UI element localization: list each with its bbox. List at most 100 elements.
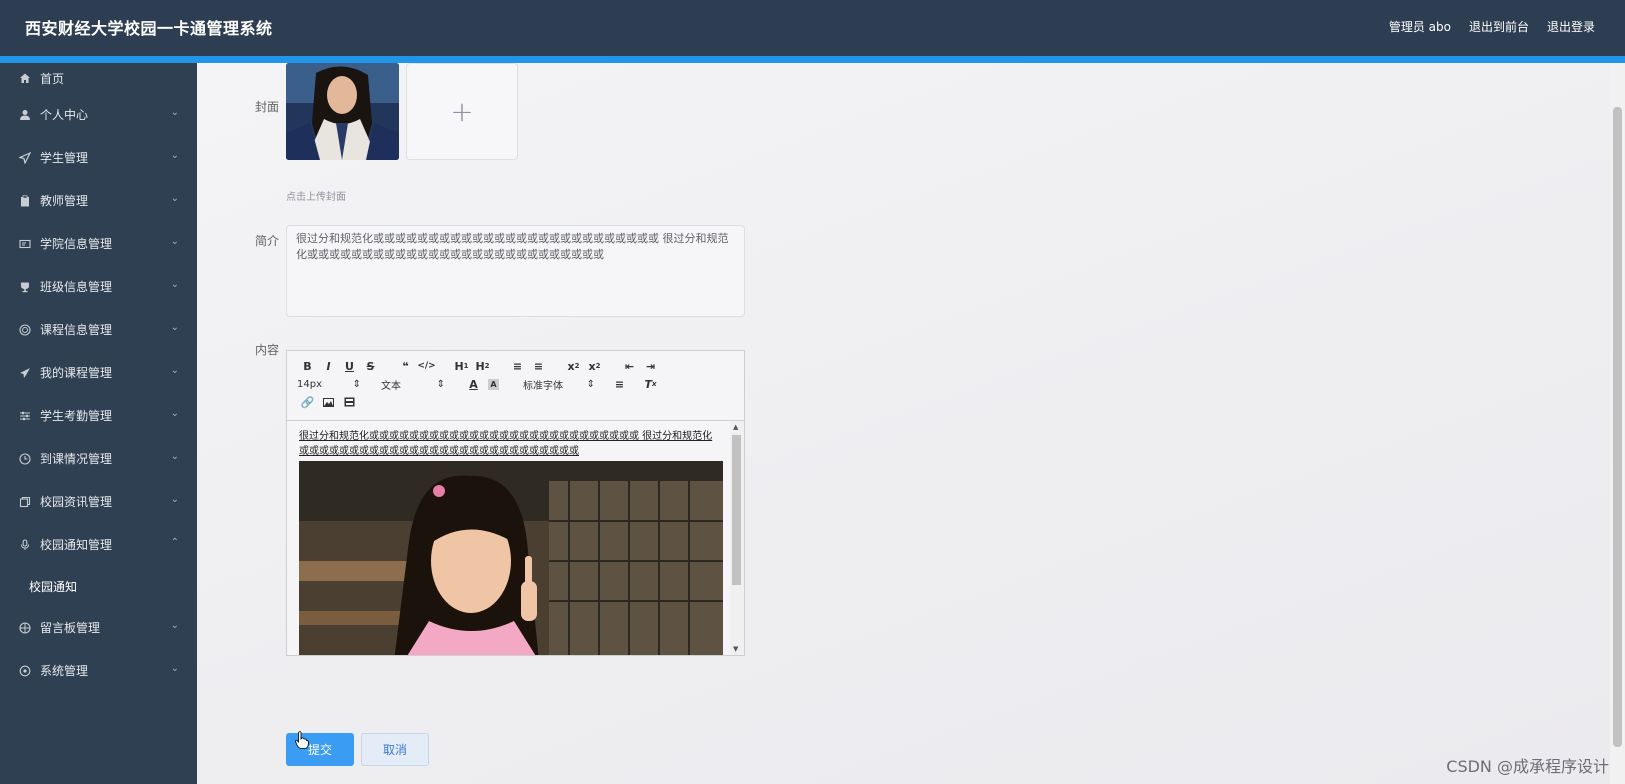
video-icon[interactable] bbox=[339, 394, 360, 410]
home-icon bbox=[18, 71, 32, 85]
select-arrows-icon: ⇕ bbox=[586, 378, 595, 390]
header-actions: 管理员 abo 退出到前台 退出登录 bbox=[1389, 18, 1595, 35]
editor-inline-image[interactable] bbox=[299, 461, 723, 655]
font-color-icon[interactable]: A bbox=[463, 376, 484, 392]
chevron-down-icon: ⌄ bbox=[170, 494, 179, 505]
scroll-up-icon[interactable]: ▲ bbox=[733, 423, 738, 431]
font-size-select[interactable]: 14px ⇕ bbox=[297, 376, 365, 392]
sidebar-item-label: 教师管理 bbox=[40, 194, 89, 208]
cancel-button[interactable]: 取消 bbox=[361, 733, 429, 766]
sidebar-item-label: 课程信息管理 bbox=[40, 323, 113, 337]
sidebar-item-my-courses[interactable]: 我的课程管理 ⌄ bbox=[0, 351, 197, 394]
user-icon bbox=[18, 108, 32, 122]
block-type-select[interactable]: 文本 ⇕ bbox=[381, 376, 449, 392]
subscript-icon[interactable]: x2 bbox=[563, 358, 584, 374]
paper-plane-icon bbox=[18, 366, 32, 380]
sidebar-item-teacher-management[interactable]: 教师管理 ⌄ bbox=[0, 179, 197, 222]
logout-link[interactable]: 退出登录 bbox=[1547, 18, 1595, 35]
heading2-icon[interactable]: H2 bbox=[472, 358, 493, 374]
sidebar-item-student-management[interactable]: 学生管理 ⌄ bbox=[0, 136, 197, 179]
font-family-select[interactable]: 标准字体 ⇕ bbox=[523, 376, 599, 392]
rich-text-editor: B I U S ❝ </> H1 H2 ≡ ≡ x2 x2 ⇤ ⇥ 14px ⇕ bbox=[286, 350, 745, 656]
sidebar-item-course-info[interactable]: 课程信息管理 ⌄ bbox=[0, 308, 197, 351]
select-arrows-icon: ⇕ bbox=[436, 378, 445, 390]
sidebar-item-label: 校园通知管理 bbox=[40, 538, 113, 552]
cup-icon bbox=[18, 280, 32, 294]
send-icon bbox=[18, 151, 32, 165]
code-block-icon[interactable]: </> bbox=[416, 358, 437, 374]
app-title: 西安财经大学校园一卡通管理系统 bbox=[25, 19, 273, 38]
sidebar-item-college-info[interactable]: 学院信息管理 ⌄ bbox=[0, 222, 197, 265]
chevron-down-icon: ⌄ bbox=[170, 663, 179, 674]
chevron-down-icon: ⌄ bbox=[170, 620, 179, 631]
scroll-down-icon[interactable]: ▼ bbox=[733, 645, 738, 653]
link-icon[interactable]: 🔗 bbox=[297, 394, 318, 410]
page-scrollbar[interactable] bbox=[1610, 63, 1625, 784]
chevron-down-icon: ⌄ bbox=[170, 236, 179, 247]
sidebar-item-campus-notice[interactable]: 校园通知管理 ⌃ bbox=[0, 523, 197, 566]
content-label: 内容 bbox=[255, 343, 280, 357]
chevron-down-icon: ⌄ bbox=[170, 451, 179, 462]
image-icon[interactable] bbox=[318, 394, 339, 410]
strike-icon[interactable]: S bbox=[360, 358, 381, 374]
sidebar-item-label: 系统管理 bbox=[40, 664, 89, 678]
superscript-icon[interactable]: x2 bbox=[584, 358, 605, 374]
sidebar-item-label: 到课情况管理 bbox=[40, 452, 113, 466]
sidebar-item-message-board[interactable]: 留言板管理 ⌄ bbox=[0, 606, 197, 649]
sidebar-item-label: 个人中心 bbox=[40, 108, 89, 122]
card-icon bbox=[18, 237, 32, 251]
photo-icon bbox=[299, 461, 723, 655]
block-type-value: 文本 bbox=[381, 380, 401, 392]
bullet-list-icon[interactable]: ≡ bbox=[528, 358, 549, 374]
sidebar-item-personal-center[interactable]: 个人中心 ⌄ bbox=[0, 93, 197, 136]
top-header: 西安财经大学校园一卡通管理系统 管理员 abo 退出到前台 退出登录 bbox=[0, 0, 1625, 56]
italic-icon[interactable]: I bbox=[318, 358, 339, 374]
intro-textarea[interactable]: 很过分和规范化或或或或或或或或或或或或或或或或或或或或或或或或或或 很过分和规范… bbox=[286, 225, 745, 317]
outdent-icon[interactable]: ⇤ bbox=[619, 358, 640, 374]
back-to-front-link[interactable]: 退出到前台 bbox=[1469, 18, 1529, 35]
chevron-down-icon: ⌄ bbox=[170, 408, 179, 419]
font-size-value: 14px bbox=[297, 378, 322, 390]
sidebar-item-attendance[interactable]: 学生考勤管理 ⌄ bbox=[0, 394, 197, 437]
sidebar-item-label: 首页 bbox=[40, 71, 65, 86]
header-accent-bar bbox=[0, 56, 1625, 63]
align-icon[interactable]: ≡ bbox=[609, 376, 630, 392]
current-user: 管理员 abo bbox=[1388, 20, 1451, 34]
sidebar-item-class-info[interactable]: 班级信息管理 ⌄ bbox=[0, 265, 197, 308]
sidebar-item-label: 学生管理 bbox=[40, 151, 89, 165]
editor-content[interactable]: 很过分和规范化或或或或或或或或或或或或或或或或或或或或或或或或或或或 很过分和规… bbox=[287, 421, 744, 655]
sidebar-item-label: 学院信息管理 bbox=[40, 237, 113, 251]
sidebar-item-campus-news[interactable]: 校园资讯管理 ⌄ bbox=[0, 480, 197, 523]
chevron-up-icon: ⌃ bbox=[170, 537, 179, 548]
chevron-down-icon: ⌄ bbox=[170, 322, 179, 333]
basketball-icon bbox=[18, 621, 32, 635]
page-scroll-thumb[interactable] bbox=[1613, 107, 1622, 747]
indent-icon[interactable]: ⇥ bbox=[640, 358, 661, 374]
bold-icon[interactable]: B bbox=[297, 358, 318, 374]
blockquote-icon[interactable]: ❝ bbox=[395, 358, 416, 374]
chevron-down-icon: ⌄ bbox=[170, 193, 179, 204]
cover-upload-button[interactable]: + bbox=[406, 63, 518, 160]
sidebar-item-system-management[interactable]: 系统管理 ⌄ bbox=[0, 649, 197, 692]
editor-text: 很过分和规范化或或或或或或或或或或或或或或或或或或或或或或或或或或或 很过分和规… bbox=[299, 431, 713, 457]
chevron-down-icon: ⌄ bbox=[170, 365, 179, 376]
sidebar-item-home[interactable]: 首页 bbox=[0, 63, 197, 93]
underline-icon[interactable]: U bbox=[339, 358, 360, 374]
editor-scroll-thumb[interactable] bbox=[732, 435, 741, 585]
heading1-icon[interactable]: H1 bbox=[451, 358, 472, 374]
background-color-icon[interactable]: A bbox=[488, 378, 499, 390]
sidebar-subitem-campus-notice[interactable]: 校园通知 bbox=[0, 566, 197, 606]
clear-format-icon[interactable]: Tx bbox=[640, 376, 661, 392]
editor-scrollbar[interactable]: ▲ ▼ bbox=[730, 421, 744, 655]
chevron-down-icon: ⌄ bbox=[170, 150, 179, 161]
cover-thumbnail[interactable] bbox=[286, 63, 399, 160]
sidebar-item-class-attendance[interactable]: 到课情况管理 ⌄ bbox=[0, 437, 197, 480]
sliders-icon bbox=[18, 409, 32, 423]
sidebar-item-label: 留言板管理 bbox=[40, 621, 101, 635]
ordered-list-icon[interactable]: ≡ bbox=[507, 358, 528, 374]
microphone-icon bbox=[18, 538, 32, 552]
cover-label: 封面 bbox=[255, 100, 280, 114]
chevron-down-icon: ⌄ bbox=[170, 107, 179, 118]
upload-tip: 点击上传封面 bbox=[286, 192, 346, 203]
plus-icon: + bbox=[450, 95, 474, 128]
